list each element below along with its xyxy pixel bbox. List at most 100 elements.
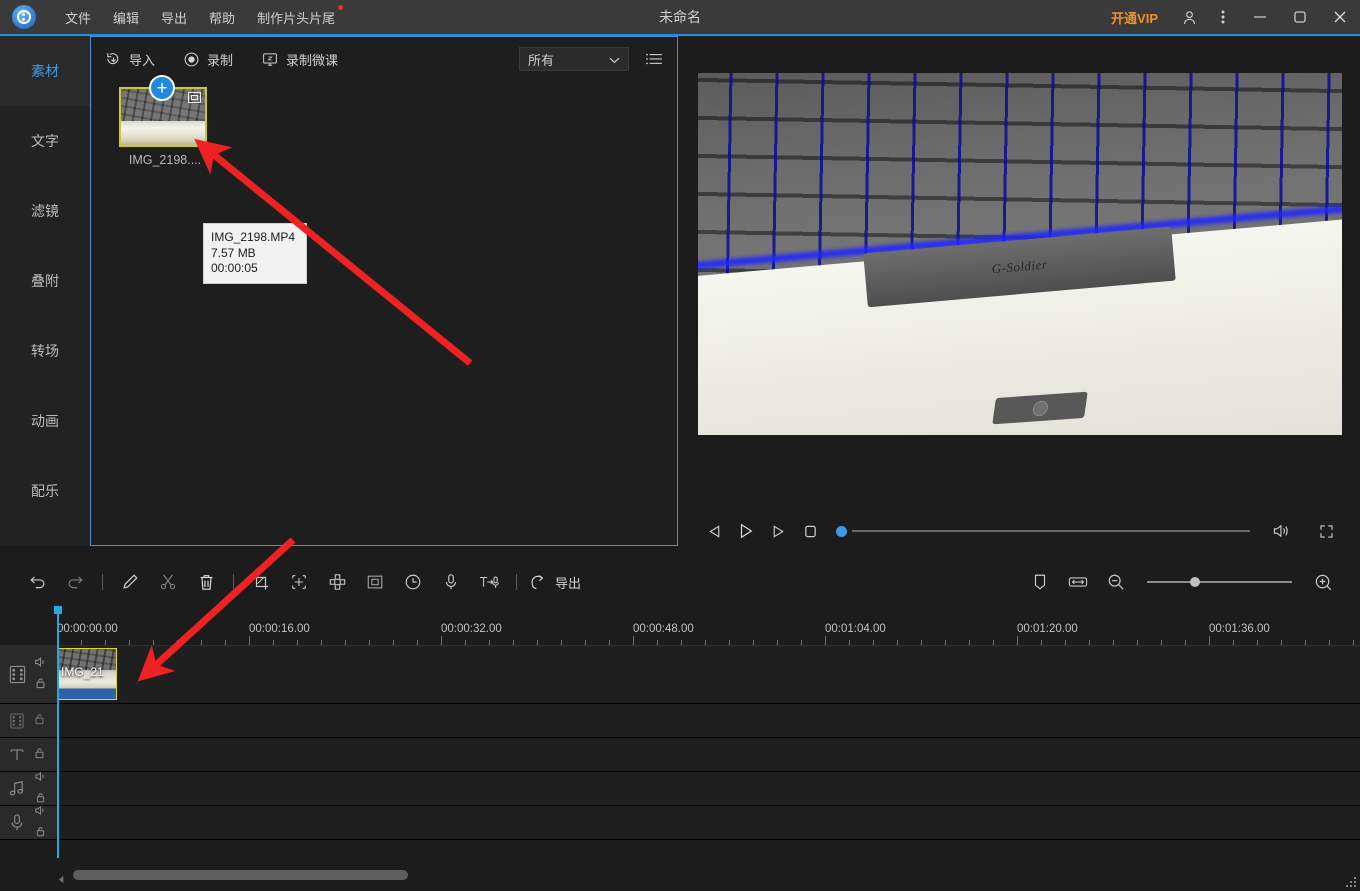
close-icon[interactable] — [1320, 0, 1360, 34]
speaker-icon[interactable] — [34, 655, 47, 673]
timeline-track-video[interactable]: IMG_21 — [0, 646, 1360, 704]
marker-button[interactable] — [1021, 565, 1059, 599]
ruler-label: 00:00:16.00 — [249, 623, 310, 635]
volume-button[interactable] — [1264, 517, 1296, 545]
pip-icon — [366, 573, 384, 591]
export-button[interactable]: 导出 — [529, 573, 581, 592]
sidebar-item-media[interactable]: 素材 — [0, 36, 90, 106]
resize-grip-icon[interactable] — [1345, 876, 1357, 888]
video-preview[interactable]: G-Soldier — [698, 73, 1342, 435]
lock-icon[interactable] — [34, 712, 45, 730]
minimize-icon[interactable] — [1240, 0, 1280, 34]
marker-icon — [1032, 573, 1048, 591]
timeline-ruler[interactable]: 00:00:00.00 00:00:16.00 00:00:32.00 00:0… — [0, 618, 1360, 646]
play-button[interactable] — [730, 517, 762, 545]
track-body-video[interactable]: IMG_21 — [57, 646, 1360, 703]
menu-item-edit[interactable]: 编辑 — [102, 4, 150, 31]
import-button[interactable]: 导入 — [105, 50, 155, 69]
delete-button[interactable] — [187, 565, 225, 599]
split-button[interactable] — [149, 565, 187, 599]
user-icon[interactable] — [1172, 0, 1206, 34]
scrollbar-thumb[interactable] — [73, 870, 408, 880]
redo-icon — [66, 574, 85, 591]
sidebar-item-transition[interactable]: 转场 — [0, 316, 90, 386]
fullscreen-button[interactable] — [1310, 517, 1342, 545]
sidebar-item-animation[interactable]: 动画 — [0, 386, 90, 456]
ruler-tick-minor — [201, 640, 202, 645]
sidebar-item-music[interactable]: 配乐 — [0, 456, 90, 526]
menu-item-make-intro-outro[interactable]: 制作片头片尾 — [246, 4, 346, 31]
zoom-out-icon — [1107, 573, 1125, 591]
add-to-timeline-button[interactable]: + — [149, 75, 175, 101]
lock-icon[interactable] — [35, 676, 46, 694]
ruler-tick-minor — [945, 640, 946, 645]
zoom-out-button[interactable] — [1097, 565, 1135, 599]
menu-item-export[interactable]: 导出 — [150, 4, 198, 31]
ruler-tick-minor — [873, 640, 874, 645]
add-frame-icon — [290, 573, 308, 591]
timeline-track-music[interactable] — [0, 772, 1360, 806]
timeline-track-text[interactable] — [0, 738, 1360, 772]
seek-thumb[interactable] — [836, 526, 847, 537]
sidebar-item-overlay[interactable]: 叠附 — [0, 246, 90, 316]
track-body-music[interactable] — [57, 772, 1360, 805]
ruler-tick-minor — [177, 640, 178, 645]
stop-button[interactable] — [794, 517, 826, 545]
record-button[interactable]: 录制 — [183, 50, 233, 69]
ruler-tick-minor — [1233, 640, 1234, 645]
sidebar-item-text[interactable]: 文字 — [0, 106, 90, 176]
ruler-tick-minor — [1113, 640, 1114, 645]
timeline-track-voice[interactable] — [0, 806, 1360, 840]
sidebar-item-filter-label: 滤镜 — [31, 201, 59, 221]
speaker-icon[interactable] — [34, 769, 47, 787]
track-body-overlay[interactable] — [57, 704, 1360, 737]
media-filter-select[interactable]: 所有 — [519, 47, 629, 71]
voiceover-button[interactable] — [432, 565, 470, 599]
lock-icon[interactable] — [34, 746, 45, 764]
speaker-icon[interactable] — [34, 803, 47, 821]
zoom-in-button[interactable] — [1304, 565, 1342, 599]
timeline-horizontal-scrollbar[interactable] — [57, 870, 1347, 881]
track-body-text[interactable] — [57, 738, 1360, 771]
mosaic-button[interactable] — [318, 565, 356, 599]
crop-button[interactable] — [242, 565, 280, 599]
ruler-label: 00:00:00.00 — [57, 623, 118, 635]
add-frame-button[interactable] — [280, 565, 318, 599]
ruler-tick-minor — [1353, 640, 1354, 645]
menu-item-file[interactable]: 文件 — [54, 4, 102, 31]
ruler-tick-minor — [897, 640, 898, 645]
maximize-icon[interactable] — [1280, 0, 1320, 34]
scroll-left-arrow-icon[interactable] — [57, 871, 66, 889]
seek-slider[interactable] — [836, 524, 1250, 538]
menu-item-edit-label: 编辑 — [113, 11, 139, 26]
redo-button[interactable] — [56, 565, 94, 599]
lock-icon[interactable] — [35, 824, 46, 842]
more-vertical-icon[interactable] — [1206, 0, 1240, 34]
record-micro-lesson-button[interactable]: 录制微课 — [261, 50, 338, 69]
menu-item-help[interactable]: 帮助 — [198, 4, 246, 31]
picture-in-picture-button[interactable] — [356, 565, 394, 599]
zoom-slider-thumb[interactable] — [1190, 577, 1200, 587]
speed-button[interactable] — [394, 565, 432, 599]
left-sidebar: 素材 文字 滤镜 叠附 转场 动画 配乐 — [0, 36, 90, 546]
fit-width-icon — [1068, 574, 1088, 590]
edit-button[interactable] — [111, 565, 149, 599]
text-to-speech-button[interactable] — [470, 565, 508, 599]
list-view-button[interactable] — [645, 52, 663, 66]
undo-button[interactable] — [18, 565, 56, 599]
timeline-zoom-slider[interactable] — [1147, 576, 1292, 588]
upgrade-vip-button[interactable]: 开通VIP — [1111, 8, 1158, 27]
sidebar-item-filter[interactable]: 滤镜 — [0, 176, 90, 246]
new-badge-dot-icon — [338, 5, 343, 10]
ruler-tick-minor — [729, 640, 730, 645]
timeline-track-overlay[interactable] — [0, 704, 1360, 738]
sidebar-item-music-label: 配乐 — [31, 481, 59, 501]
tooltip-duration: 00:00:05 — [211, 261, 299, 277]
timeline-clip[interactable]: IMG_21 — [57, 648, 117, 700]
timeline-playhead[interactable] — [57, 610, 59, 858]
previous-frame-button[interactable] — [698, 517, 730, 545]
fit-timeline-button[interactable] — [1059, 565, 1097, 599]
track-body-voice[interactable] — [57, 806, 1360, 839]
next-frame-button[interactable] — [762, 517, 794, 545]
ruler-label: 00:00:32.00 — [441, 623, 502, 635]
